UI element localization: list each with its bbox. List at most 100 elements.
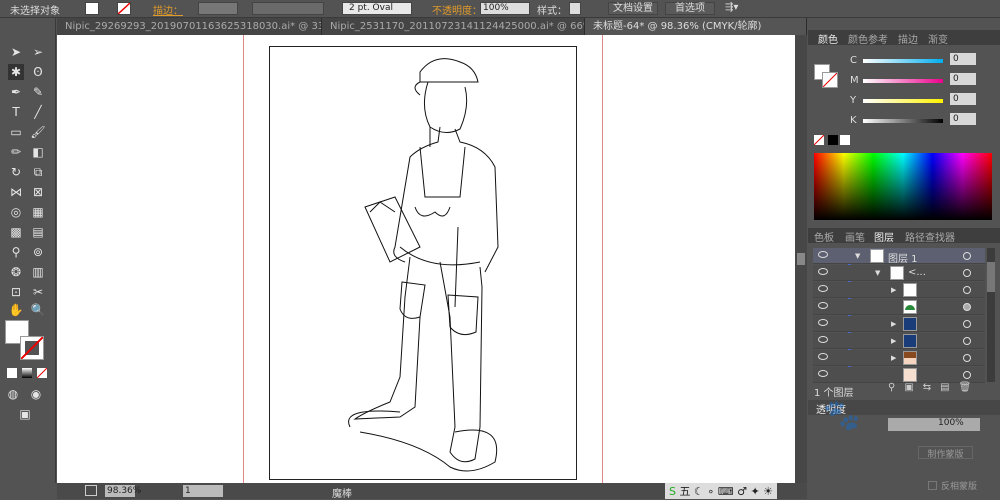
tab-layers[interactable]: 图层 bbox=[874, 229, 894, 244]
pen-icon[interactable]: ✒ bbox=[8, 84, 24, 100]
tab-document-3[interactable]: 未标题-64* @ 98.36% (CMYK/轮廓) bbox=[585, 18, 807, 35]
tab-gradient[interactable]: 渐变 bbox=[928, 31, 948, 46]
sublayer-row[interactable]: ▶ bbox=[813, 282, 985, 298]
tab-document-1[interactable]: Nipic_29269293_20190701163625318030.ai* … bbox=[57, 18, 322, 35]
perspective-icon[interactable]: ▦ bbox=[30, 204, 46, 220]
line-icon[interactable]: ╱ bbox=[30, 104, 46, 120]
tab-swatches[interactable]: 色板 bbox=[814, 229, 834, 244]
gradient-mode-icon[interactable] bbox=[22, 368, 32, 378]
eyedropper-icon[interactable]: ⚲ bbox=[8, 244, 24, 260]
symbol-sprayer-icon[interactable]: ❂ bbox=[8, 264, 24, 280]
current-tool-label[interactable]: 魔棒 bbox=[332, 485, 352, 500]
sogou-icon: S bbox=[669, 485, 676, 498]
tab-color-guide[interactable]: 颜色参考 bbox=[848, 31, 888, 46]
lasso-icon[interactable]: ʘ bbox=[30, 64, 46, 80]
magic-wand-icon[interactable]: ✱ bbox=[8, 64, 24, 80]
draw-behind-icon[interactable]: ◉ bbox=[28, 386, 44, 402]
tab-brushes[interactable]: 画笔 bbox=[845, 229, 865, 244]
curvature-icon[interactable]: ✎ bbox=[30, 84, 46, 100]
sublayer-row[interactable] bbox=[813, 367, 985, 383]
layer-row[interactable]: ▼ 图层 1 bbox=[813, 248, 985, 265]
color-mode-icon[interactable] bbox=[7, 368, 17, 378]
layer-actions[interactable]: ⚲▣⇆▤🗑 bbox=[888, 382, 980, 393]
zoom-icon[interactable]: 🔍 bbox=[30, 302, 46, 318]
tab-document-2[interactable]: Nipic_2531170_20110723141124425000.ai* @… bbox=[322, 18, 585, 35]
tab-color[interactable]: 颜色 bbox=[818, 31, 838, 46]
direct-selection-icon[interactable]: ➢ bbox=[30, 44, 46, 60]
slice-icon[interactable]: ✂ bbox=[30, 284, 46, 300]
group-row[interactable]: ▼ <... bbox=[813, 265, 985, 281]
sublayer-row[interactable]: ▶ bbox=[813, 316, 985, 332]
none-mode-icon[interactable] bbox=[36, 367, 48, 379]
selection-tool-icon[interactable]: ➤ bbox=[8, 44, 24, 60]
black-slider[interactable] bbox=[863, 119, 943, 123]
variable-width-select[interactable] bbox=[252, 2, 324, 15]
type-icon[interactable]: T bbox=[8, 104, 24, 120]
magenta-slider[interactable] bbox=[863, 79, 943, 83]
stroke-swatch[interactable] bbox=[117, 2, 131, 15]
eraser-icon[interactable]: ◧ bbox=[30, 144, 46, 160]
sublayer-row[interactable]: ▶ bbox=[813, 333, 985, 349]
graph-icon[interactable]: ▥ bbox=[30, 264, 46, 280]
draw-mode-icon[interactable]: ◍ bbox=[5, 386, 21, 402]
right-panels: 颜色 颜色参考 描边 渐变 C 0 M 0 Y 0 K 0 色板 画笔 图层 路… bbox=[808, 18, 1000, 499]
magenta-value[interactable]: 0 bbox=[950, 73, 976, 85]
preferences-button[interactable]: 首选项 bbox=[665, 2, 715, 15]
yellow-slider[interactable] bbox=[863, 99, 943, 103]
scale-icon[interactable]: ⧉ bbox=[30, 164, 46, 180]
vertical-scrollbar[interactable] bbox=[795, 35, 807, 483]
black-value[interactable]: 0 bbox=[950, 113, 976, 125]
color-stroke-swatch[interactable] bbox=[822, 72, 838, 88]
sublayer-row[interactable] bbox=[813, 299, 985, 315]
ime-toolbar[interactable]: S 五 ☾ ∘ ⌨ ♂ ✦ ☀ bbox=[665, 483, 778, 499]
pencil-icon[interactable]: ✏ bbox=[8, 144, 24, 160]
tab-stroke[interactable]: 描边 bbox=[898, 31, 918, 46]
mesh-icon[interactable]: ▩ bbox=[8, 224, 24, 240]
rotate-icon[interactable]: ↻ bbox=[8, 164, 24, 180]
width-icon[interactable]: ⋈ bbox=[8, 184, 24, 200]
transparency-opacity-field[interactable]: 100% bbox=[888, 418, 980, 431]
export-icon[interactable] bbox=[85, 485, 97, 496]
brush-select[interactable]: 2 pt. Oval bbox=[342, 2, 412, 15]
zoom-field[interactable]: 98.36% bbox=[105, 485, 141, 497]
guide bbox=[602, 35, 603, 483]
sublayer-row[interactable]: ▶ bbox=[813, 350, 985, 366]
invert-mask-checkbox[interactable] bbox=[928, 481, 937, 490]
invert-mask-label: 反相蒙版 bbox=[941, 482, 978, 492]
black-swatch[interactable] bbox=[828, 135, 838, 145]
artboard-number-field[interactable]: 1 bbox=[183, 485, 223, 497]
white-swatch[interactable] bbox=[840, 135, 850, 145]
none-swatch[interactable] bbox=[813, 134, 825, 146]
tab-pathfinder[interactable]: 路径查找器 bbox=[905, 229, 955, 244]
style-label: 样式： bbox=[537, 6, 567, 17]
layers-scrollbar[interactable] bbox=[987, 248, 995, 382]
blend-icon[interactable]: ⊚ bbox=[30, 244, 46, 260]
channel-k-label: K bbox=[850, 115, 857, 126]
stroke-weight-field[interactable] bbox=[198, 2, 238, 15]
document-setup-button[interactable]: 文档设置 bbox=[608, 2, 658, 15]
toolbox: ➤ ➢ ✱ ʘ ✒ ✎ T ╱ ▭ 🖌 ✏ ◧ ↻ ⧉ ⋈ ⊠ ◎ ▦ ▩ ▤ … bbox=[0, 18, 56, 483]
arrange-icon[interactable]: ⇶▾ bbox=[725, 2, 738, 13]
paintbrush-icon[interactable]: 🖌 bbox=[30, 124, 46, 140]
make-mask-button[interactable]: 制作蒙版 bbox=[918, 446, 973, 460]
canvas[interactable] bbox=[57, 35, 795, 483]
selection-status: 未选择对象 bbox=[10, 6, 60, 17]
gradient-icon[interactable]: ▤ bbox=[30, 224, 46, 240]
cyan-value[interactable]: 0 bbox=[950, 53, 976, 65]
free-transform-icon[interactable]: ⊠ bbox=[30, 184, 46, 200]
rectangle-icon[interactable]: ▭ bbox=[8, 124, 24, 140]
opacity-label[interactable]: 不透明度： bbox=[432, 2, 482, 17]
artboard-icon[interactable]: ⊡ bbox=[8, 284, 24, 300]
cyan-slider[interactable] bbox=[863, 59, 943, 63]
stroke-color[interactable] bbox=[20, 336, 44, 360]
hand-icon[interactable]: ✋ bbox=[8, 302, 24, 318]
yellow-value[interactable]: 0 bbox=[950, 93, 976, 105]
fill-swatch[interactable] bbox=[85, 2, 99, 15]
shape-builder-icon[interactable]: ◎ bbox=[8, 204, 24, 220]
stroke-label[interactable]: 描边： bbox=[153, 2, 183, 17]
opacity-field[interactable]: 100% bbox=[480, 2, 530, 15]
screen-mode-icon[interactable]: ▣ bbox=[17, 406, 33, 422]
character-outline-drawing bbox=[348, 58, 499, 472]
color-spectrum[interactable] bbox=[814, 153, 992, 220]
style-swatch[interactable] bbox=[569, 2, 581, 15]
